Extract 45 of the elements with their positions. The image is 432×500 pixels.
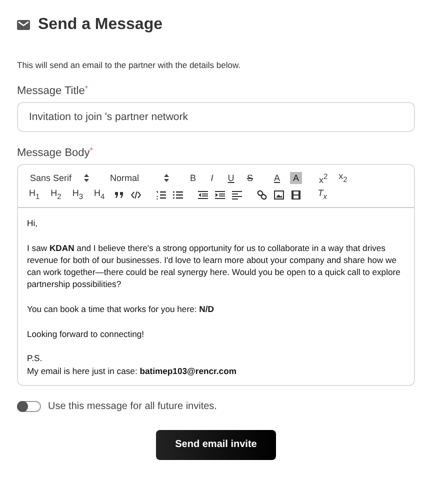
format-button[interactable]: H$_{2}$	[48, 187, 64, 203]
message-line: Hi,	[27, 217, 39, 230]
dialog-title: Send a Message	[38, 16, 162, 34]
film-icon[interactable]	[290, 190, 301, 200]
highlight-button[interactable]: A	[290, 172, 302, 184]
indent-icon[interactable]	[214, 190, 225, 200]
toggle-label: Use this message for all future invites.	[48, 400, 217, 412]
format-button[interactable]: H$_{4}$	[92, 187, 107, 203]
required-mark: *	[90, 147, 93, 155]
numbered-list-icon[interactable]	[156, 190, 166, 200]
size-select[interactable]: Normal	[107, 173, 172, 183]
field-label: Message Body	[17, 147, 90, 159]
description-text: This will send an email to the partner with the details below.	[17, 60, 242, 70]
message-line: My email is here just in case: batimep103@rencr.com	[27, 364, 238, 377]
mail-icon	[17, 20, 30, 30]
required-mark: *	[84, 85, 88, 95]
link-icon[interactable]	[256, 190, 267, 200]
text-color-button[interactable]: A	[271, 172, 283, 184]
quote-icon[interactable]	[114, 190, 124, 200]
title-input-field[interactable]: Invitation to join 's partner network	[17, 102, 415, 132]
message-line: Looking forward to connecting!	[27, 328, 146, 340]
field-label: Message Title	[17, 85, 85, 97]
code-icon[interactable]	[130, 190, 141, 200]
clear-format-button[interactable]: T$_{x}$	[316, 187, 329, 203]
toggle-switch[interactable]	[17, 400, 41, 412]
message-line: P.S.	[27, 352, 44, 365]
bullet-list-icon[interactable]	[172, 190, 183, 200]
sort-caret-icon	[164, 174, 169, 182]
send-invite-button[interactable]: Send email invite	[156, 430, 276, 460]
outdent-icon[interactable]	[198, 190, 208, 200]
format-button[interactable]: x$^{2}$	[317, 170, 330, 186]
image-icon[interactable]	[274, 190, 284, 200]
underline-button[interactable]: U	[225, 172, 237, 184]
format-button[interactable]: H$_{3}$	[70, 187, 86, 203]
align-icon[interactable]	[232, 190, 242, 200]
bold-button[interactable]: B	[187, 172, 199, 184]
format-button[interactable]: x$_{2}$	[336, 170, 350, 186]
sort-caret-icon	[84, 174, 89, 182]
message-line: You can book a time that works for you here: N/D	[27, 303, 215, 316]
format-button[interactable]: H$_{1}$	[27, 187, 42, 203]
message-line: I saw KDAN and I believe there's a strong opportunity for us to collaborate in a way that drives revenue for both of our businesses. I'd love to learn more about your company and share how we can work together—there could be real synergy here. Would you be open to a quick call to explore partnership possibilities?	[27, 242, 402, 291]
strikethrough-button[interactable]: S	[244, 172, 256, 184]
font-select[interactable]: Sans Serif	[27, 173, 92, 183]
italic-button[interactable]: I	[206, 172, 218, 184]
rich-text-editor[interactable]	[17, 164, 415, 386]
